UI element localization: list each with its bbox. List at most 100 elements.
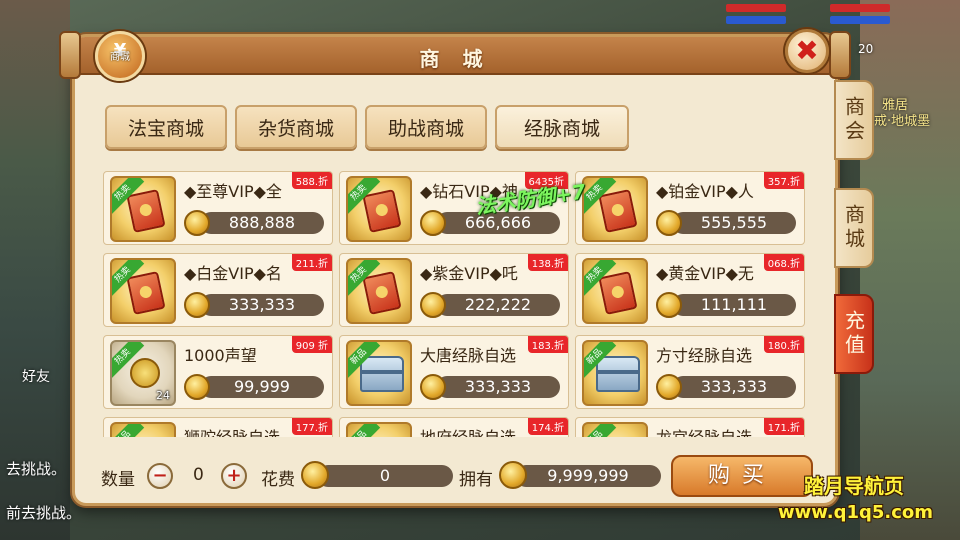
ticket-shape	[362, 189, 402, 233]
close-icon: ✖	[795, 34, 819, 67]
owned-value: 9,999,999	[515, 465, 661, 487]
vip-ticket-icon: 热卖	[346, 176, 412, 242]
reputation-coin-icon: 热卖 24	[110, 340, 176, 406]
side-tab-recharge[interactable]: 充值	[834, 294, 874, 374]
ticket-shape	[126, 271, 166, 315]
vip-ticket-icon: 热卖	[110, 176, 176, 242]
treasure-chest-icon: 新品	[346, 422, 412, 437]
bg-challenge-text-2: 前去挑战。	[6, 504, 82, 522]
gold-coin-icon	[656, 292, 682, 318]
cost-value: 0	[317, 465, 453, 487]
quantity-value[interactable]: 0	[193, 465, 204, 485]
status-bars	[690, 0, 960, 30]
discount-badge: 909 折	[291, 336, 332, 353]
item-price: 888,888	[200, 212, 324, 234]
buy-button[interactable]: 购买	[671, 455, 813, 497]
tab-assist-shop[interactable]: 助战商城	[365, 105, 487, 149]
site-watermark-title: 踏月导航页	[804, 474, 904, 498]
gold-coin-icon	[184, 374, 210, 400]
item-card[interactable]: 新品 狮驼经脉自选 177.折	[103, 417, 333, 437]
discount-badge: 180.折	[763, 336, 804, 353]
title-bar: 商 城	[59, 31, 851, 79]
tab-general-goods-shop[interactable]: 杂货商城	[235, 105, 357, 149]
item-grid-scroll[interactable]: 热卖 ◆至尊VIP◆全 588.折 888,888 热卖 ◆钻石VIP◆神 64…	[103, 171, 815, 437]
decrease-quantity-button[interactable]: −	[147, 463, 173, 489]
item-card[interactable]: 热卖 ◆黄金VIP◆无 068.折 111,111	[575, 253, 805, 327]
item-card[interactable]: 新品 方寸经脉自选 180.折 333,333	[575, 335, 805, 409]
shop-badge-label: 商城	[110, 52, 130, 63]
ticket-shape	[598, 271, 638, 315]
close-button[interactable]: ✖	[785, 29, 829, 73]
discount-badge: 357.折	[763, 172, 804, 189]
item-price: 555,555	[672, 212, 796, 234]
new-ribbon: 新品	[348, 424, 381, 437]
bg-right-text-2: 戒·地城墨	[874, 114, 931, 129]
discount-badge: 171.折	[763, 418, 804, 435]
discount-badge: 138.折	[527, 254, 568, 271]
discount-badge: 177.折	[291, 418, 332, 435]
vip-ticket-icon: 热卖	[582, 258, 648, 324]
discount-badge: 068.折	[763, 254, 804, 271]
treasure-chest-icon: 新品	[582, 340, 648, 406]
owned-label: 拥有	[459, 470, 493, 490]
item-card[interactable]: 热卖 ◆铂金VIP◆人 357.折 555,555	[575, 171, 805, 245]
discount-badge: 183.折	[527, 336, 568, 353]
gold-coin-icon	[184, 210, 210, 236]
item-card[interactable]: 热卖 ◆紫金VIP◆吒 138.折 222,222	[339, 253, 569, 327]
chest-shape	[360, 356, 404, 392]
purchase-bar: 数量 − 0 + 花费 0 拥有 9,999,999 购买	[75, 451, 835, 501]
item-card[interactable]: 新品 地府经脉自选 174.折	[339, 417, 569, 437]
ticket-shape	[126, 189, 166, 233]
quantity-label: 数量	[101, 470, 135, 490]
vip-ticket-icon: 热卖	[110, 258, 176, 324]
window-title: 商 城	[419, 47, 491, 71]
tab-meridian-shop[interactable]: 经脉商城	[495, 105, 629, 149]
bg-level-text: 20	[858, 42, 874, 56]
shop-tabs: 法宝商城 杂货商城 助战商城 经脉商城	[105, 105, 629, 151]
gold-coin-icon	[301, 461, 329, 489]
friends-button[interactable]: 好友	[22, 366, 50, 386]
increase-quantity-button[interactable]: +	[221, 463, 247, 489]
gold-coin-icon	[184, 292, 210, 318]
shop-panel: 商 城 ¥ 商城 ✖ 法宝商城 杂货商城 助战商城 经脉商城 法术防御+7 热卖…	[59, 29, 851, 506]
mp-bar-2	[830, 16, 890, 24]
vip-ticket-icon: 热卖	[582, 176, 648, 242]
gold-coin-icon	[420, 374, 446, 400]
cost-label: 花费	[261, 470, 295, 490]
treasure-chest-icon: 新品	[346, 340, 412, 406]
ticket-shape	[598, 189, 638, 233]
gold-coin-icon	[420, 210, 446, 236]
background-right-scene	[860, 0, 960, 540]
hp-bar-2	[830, 4, 890, 12]
item-card[interactable]: 新品 龙宫经脉自选 171.折	[575, 417, 805, 437]
gold-coin-icon	[499, 461, 527, 489]
side-tab-guild[interactable]: 商会	[834, 80, 874, 160]
item-card[interactable]: 热卖 24 1000声望 909 折 99,999	[103, 335, 333, 409]
item-price: 222,222	[436, 294, 560, 316]
bg-challenge-text-1: 去挑战。	[6, 460, 67, 478]
item-price: 111,111	[672, 294, 796, 316]
item-card[interactable]: 新品 大唐经脉自选 183.折 333,333	[339, 335, 569, 409]
item-price: 333,333	[200, 294, 324, 316]
item-price: 333,333	[672, 376, 796, 398]
discount-badge: 211.折	[291, 254, 332, 271]
discount-badge: 174.折	[527, 418, 568, 435]
new-ribbon: 新品	[584, 424, 617, 437]
side-tab-shop[interactable]: 商城	[834, 188, 874, 268]
site-watermark-url: www.q1q5.com	[778, 502, 934, 523]
item-card[interactable]: 热卖 ◆白金VIP◆名 211.折 333,333	[103, 253, 333, 327]
coin-shape	[130, 358, 160, 388]
chest-shape	[596, 356, 640, 392]
treasure-chest-icon: 新品	[110, 422, 176, 437]
new-ribbon: 新品	[112, 424, 145, 437]
ticket-shape	[362, 271, 402, 315]
gold-coin-icon	[656, 374, 682, 400]
item-price: 333,333	[436, 376, 560, 398]
gold-coin-icon	[656, 210, 682, 236]
tab-magic-treasure-shop[interactable]: 法宝商城	[105, 105, 227, 149]
shop-badge-icon: ¥ 商城	[95, 31, 145, 81]
item-quantity: 24	[156, 389, 170, 402]
item-card[interactable]: 热卖 ◆至尊VIP◆全 588.折 888,888	[103, 171, 333, 245]
item-price: 99,999	[200, 376, 324, 398]
treasure-chest-icon: 新品	[582, 422, 648, 437]
